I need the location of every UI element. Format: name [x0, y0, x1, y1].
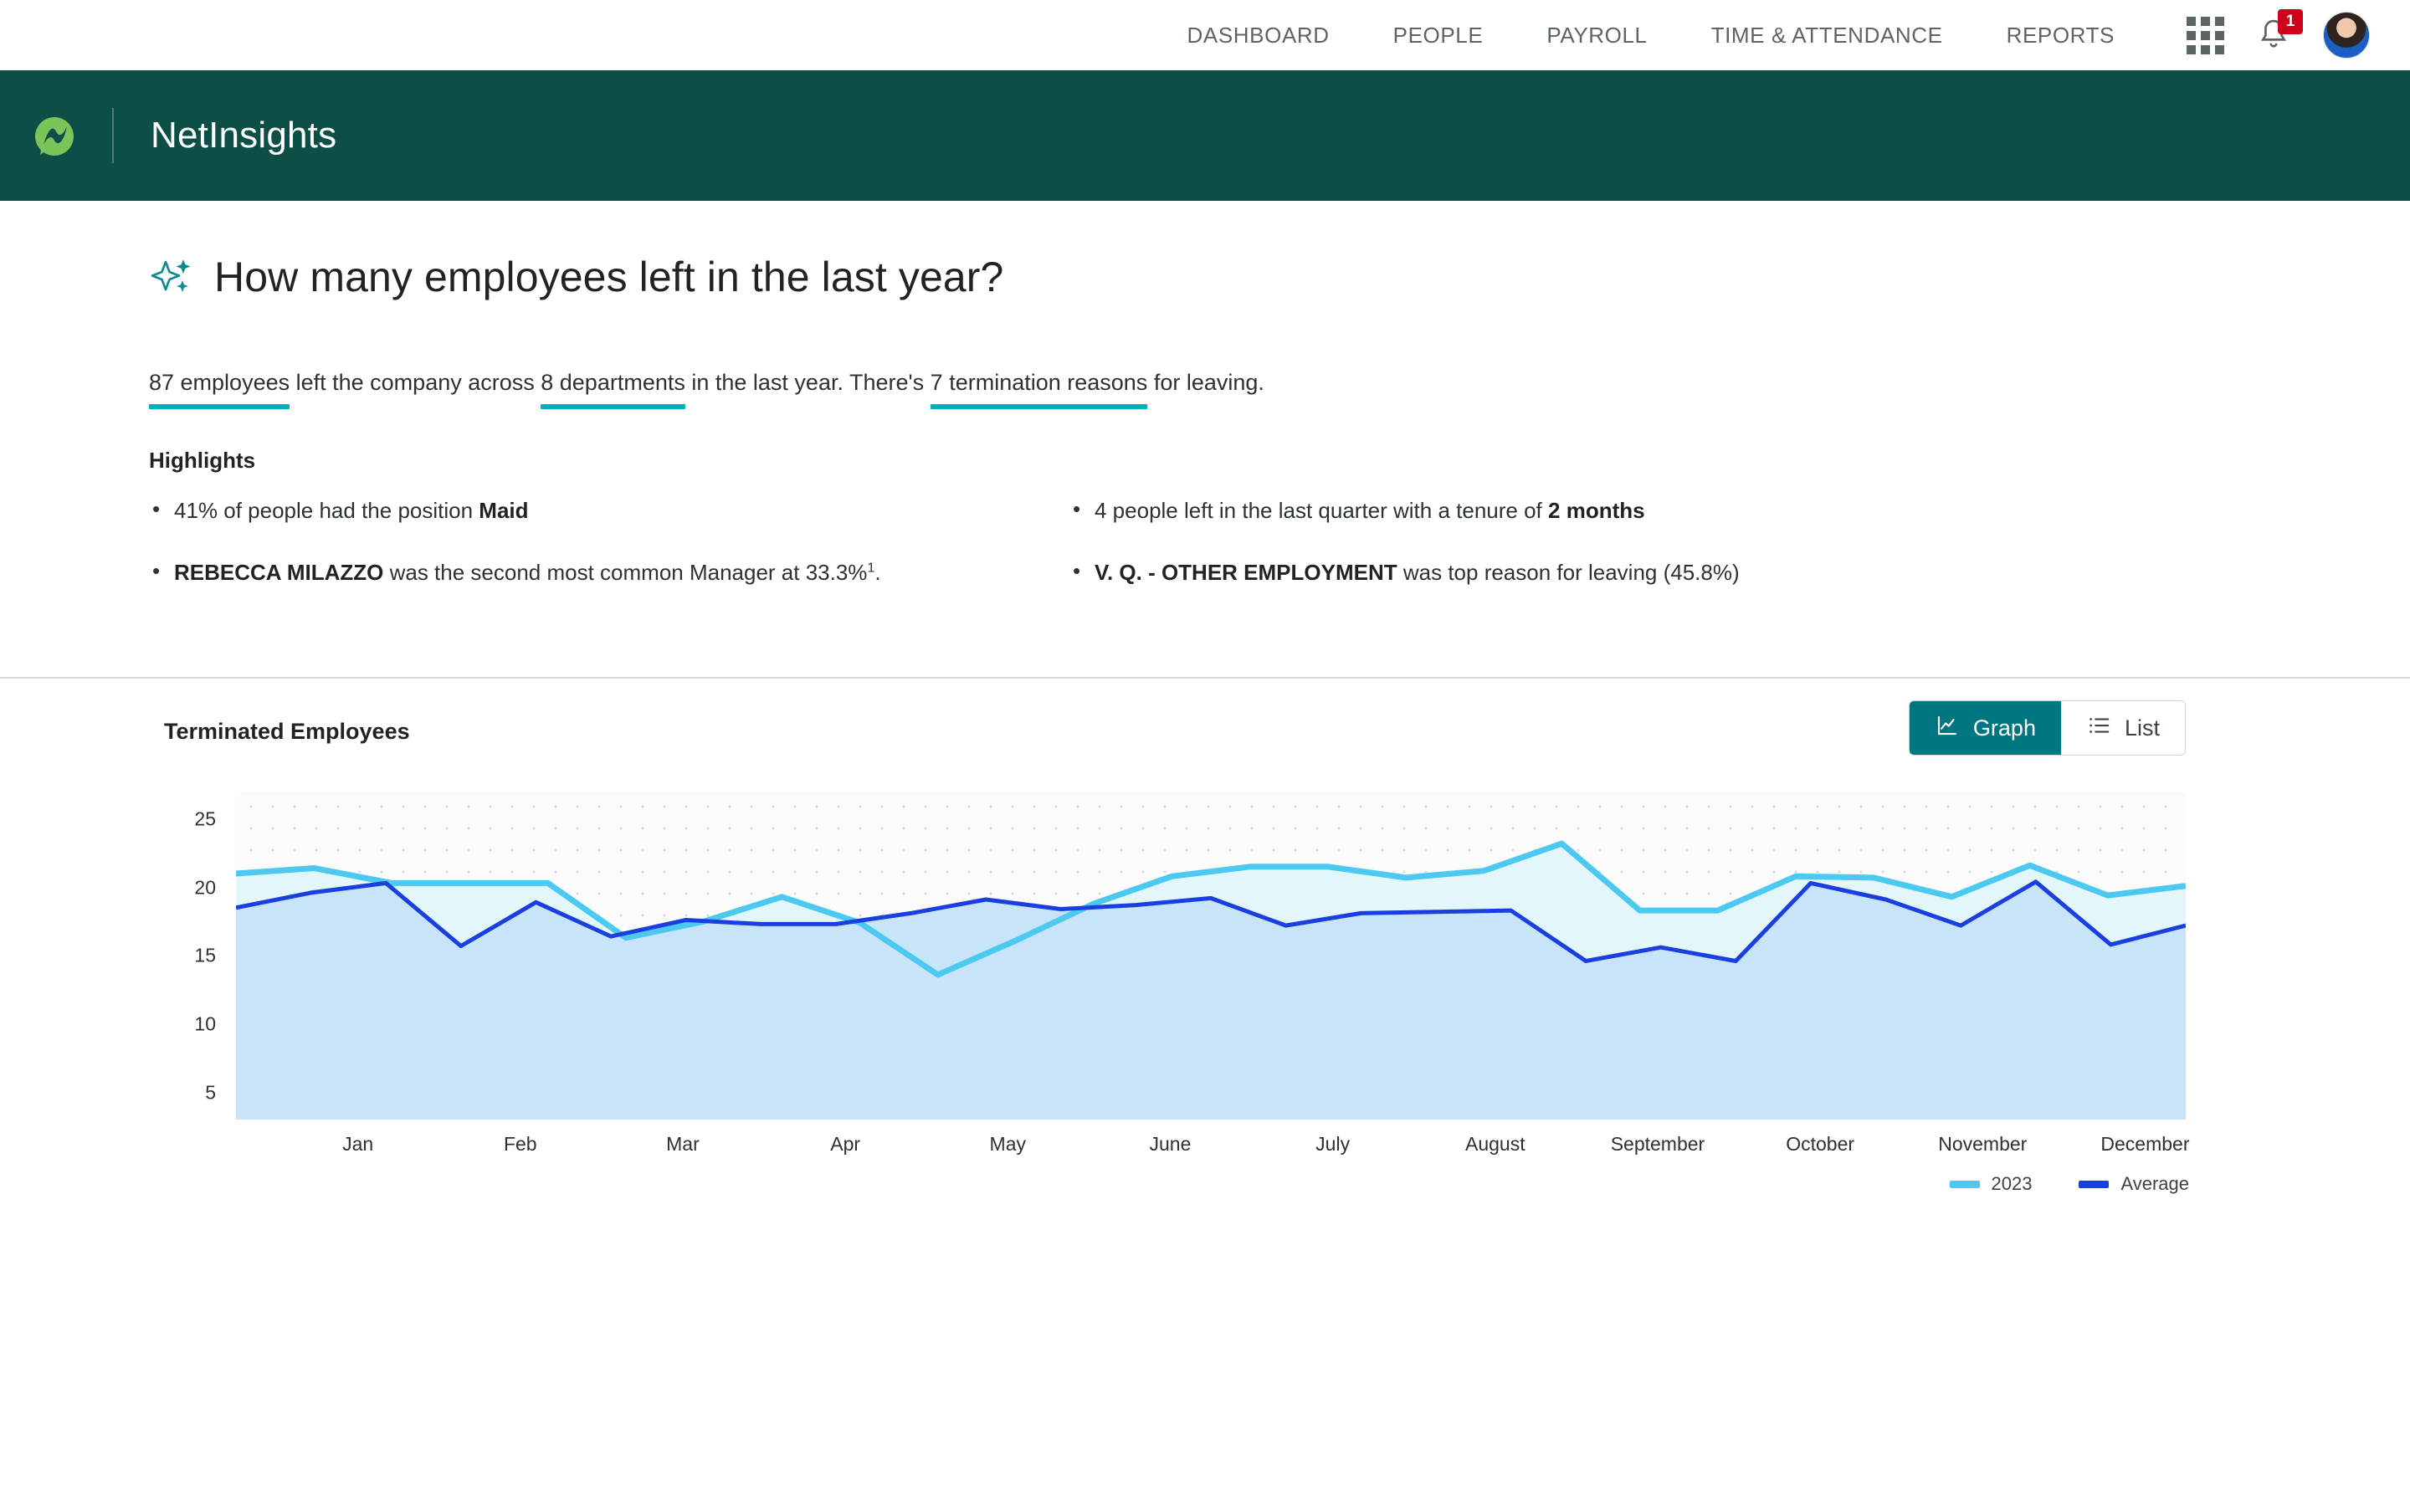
x-axis-tick: November [1938, 1133, 2028, 1156]
y-axis-labels: 25 20 15 10 5 [164, 783, 216, 1111]
nav-dashboard[interactable]: DASHBOARD [1156, 23, 1361, 49]
netinsights-leaf-logo[interactable] [28, 110, 80, 161]
y-axis-tick: 15 [194, 944, 216, 966]
nav-people[interactable]: PEOPLE [1361, 23, 1515, 49]
legend-swatch [2079, 1180, 2110, 1188]
summary-departments-count: 8 departments [541, 370, 685, 395]
y-axis-tick: 5 [205, 1081, 216, 1104]
insight-summary: 87 employees left the company across 8 d… [149, 370, 2410, 396]
highlight-position-pre: 41% of people had the position [174, 498, 479, 523]
legend-item[interactable]: 2023 [1949, 1173, 2033, 1195]
legend-label: Average [2120, 1173, 2189, 1195]
summary-text-1: left the company across [290, 370, 541, 395]
summary-employees-count: 87 employees [149, 370, 290, 395]
summary-text-3: for leaving. [1147, 370, 1264, 395]
x-axis-labels: Jan Feb Mar Apr May June July August September Oc… [236, 1133, 2190, 1166]
view-toggle: Graph List [1908, 700, 2186, 756]
x-axis-tick: September [1610, 1133, 1705, 1156]
summary-reasons-count: 7 termination reasons [930, 370, 1148, 395]
footnote-marker: 1 [867, 561, 875, 576]
x-axis-tick: Jan [342, 1133, 374, 1156]
nav-reports[interactable]: REPORTS [1975, 23, 2146, 49]
x-axis-tick: Feb [503, 1133, 537, 1156]
y-axis-tick: 20 [194, 876, 216, 899]
legend-label: 2023 [1991, 1173, 2033, 1195]
highlight-tenure-value: 2 months [1548, 498, 1645, 523]
brand-divider [112, 108, 114, 163]
terminated-employees-area-chart [236, 840, 2186, 1120]
chart-card: Terminated Employees Graph List 25 20 15… [0, 679, 2410, 1194]
line-chart-icon [1935, 713, 1960, 744]
highlights-column-left: 41% of people had the position Maid REBE… [149, 494, 1069, 618]
highlight-item-reason: V. Q. - OTHER EMPLOYMENT was top reason … [1069, 556, 1990, 589]
x-axis-tick: December [2100, 1133, 2190, 1156]
top-utility-bar: DASHBOARD PEOPLE PAYROLL TIME & ATTENDAN… [0, 0, 2410, 70]
tab-graph-label: Graph [1972, 715, 2036, 741]
area-fill-average [236, 882, 2186, 1120]
y-axis-tick: 10 [194, 1012, 216, 1035]
highlights-columns: 41% of people had the position Maid REBE… [149, 494, 2410, 618]
nav-payroll[interactable]: PAYROLL [1515, 23, 1679, 49]
highlight-reason-name: V. Q. - OTHER EMPLOYMENT [1095, 559, 1397, 585]
tab-graph[interactable]: Graph [1909, 701, 2061, 756]
x-axis-tick: Apr [830, 1133, 861, 1156]
chart-plot-area[interactable] [236, 792, 2186, 1120]
x-axis-tick: May [989, 1133, 1027, 1156]
highlight-position-value: Maid [479, 498, 529, 523]
user-avatar[interactable] [2323, 12, 2370, 59]
bell-icon[interactable]: 1 [2254, 9, 2303, 54]
highlight-item-position: 41% of people had the position Maid [149, 494, 1069, 527]
highlight-manager-post: was the second most common Manager at 33… [383, 559, 868, 585]
legend-swatch [1949, 1180, 1980, 1188]
highlight-tenure-pre: 4 people left in the last quarter with a… [1095, 498, 1549, 523]
nav-time-attendance[interactable]: TIME & ATTENDANCE [1679, 23, 1975, 49]
page-title: How many employees left in the last year… [214, 254, 1004, 300]
x-axis-tick: June [1149, 1133, 1192, 1156]
tab-list[interactable]: List [2060, 701, 2185, 756]
x-axis-tick: Mar [666, 1133, 700, 1156]
insight-section: How many employees left in the last year… [0, 201, 2410, 618]
x-axis-tick: August [1464, 1133, 1525, 1156]
chart-title: Terminated Employees [164, 719, 410, 745]
brand-name: NetInsights [151, 115, 337, 156]
tab-list-label: List [2124, 715, 2160, 741]
highlight-reason-post: was top reason for leaving (45.8%) [1397, 559, 1740, 585]
highlight-manager-tail: . [874, 559, 881, 585]
list-icon [2086, 713, 2111, 744]
highlight-manager-name: REBECCA MILAZZO [174, 559, 384, 585]
highlights-column-right: 4 people left in the last quarter with a… [1069, 494, 1990, 618]
chart-legend: 2023 Average [1949, 1173, 2189, 1195]
main-navigation: DASHBOARD PEOPLE PAYROLL TIME & ATTENDAN… [1156, 23, 2146, 49]
brand-header: NetInsights [0, 70, 2410, 201]
legend-item[interactable]: Average [2079, 1173, 2189, 1195]
summary-text-2: in the last year. There's [685, 370, 931, 395]
x-axis-tick: July [1315, 1133, 1351, 1156]
y-axis-tick: 25 [194, 807, 216, 830]
x-axis-tick: October [1786, 1133, 1855, 1156]
top-icon-group: 1 [2187, 9, 2370, 59]
highlight-item-tenure: 4 people left in the last quarter with a… [1069, 494, 1990, 527]
notification-badge: 1 [2278, 9, 2303, 34]
highlight-item-manager: REBECCA MILAZZO was the second most comm… [149, 556, 1069, 589]
grid-apps-icon[interactable] [2187, 16, 2224, 54]
chart-plot-wrapper: 25 20 15 10 5 Jan Feb Mar Apr May June July August S… [164, 783, 2190, 1194]
highlights-heading: Highlights [149, 448, 256, 473]
headline-row: How many employees left in the last year… [149, 253, 2410, 301]
ai-sparkle-icon [149, 254, 194, 300]
